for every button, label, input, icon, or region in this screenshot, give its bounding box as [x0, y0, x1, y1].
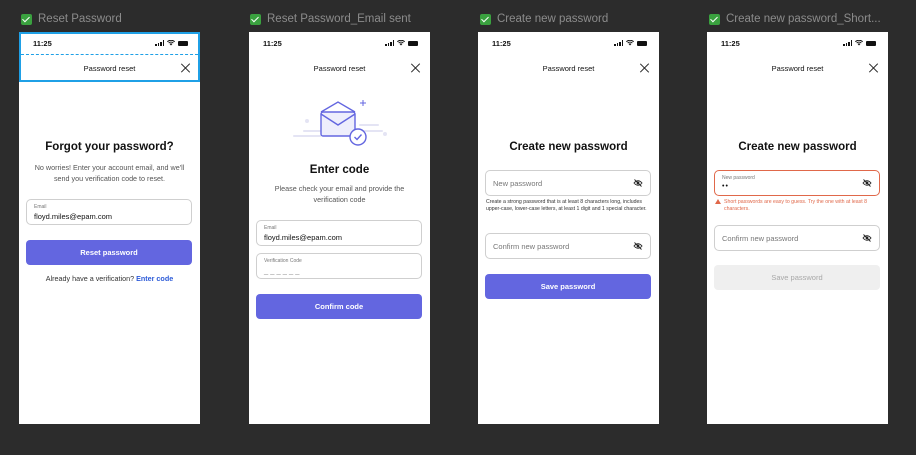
new-password-placeholder: New password [493, 179, 543, 188]
battery-icon [637, 40, 647, 46]
page-subtitle: No worries! Enter your account email, an… [34, 163, 185, 183]
battery-icon [866, 40, 876, 46]
status-time: 11:25 [263, 38, 282, 48]
frame-title: Create new password_Short... [726, 13, 881, 25]
battery-icon [408, 40, 418, 46]
footer-line: Already have a verification? Enter code [19, 274, 200, 283]
selection-divider [21, 54, 198, 55]
confirm-password-placeholder: Confirm new password [493, 242, 570, 251]
phone-create-new-password-short[interactable]: 11:25 Password reset Create new password… [707, 32, 888, 424]
status-bar: 11:25 [249, 32, 430, 54]
frame-title: Reset Password [38, 13, 122, 25]
status-bar: 11:25 [19, 32, 200, 54]
page-title: Create new password [738, 141, 857, 153]
page-title: Create new password [509, 141, 628, 153]
save-password-button[interactable]: Save password [714, 265, 880, 290]
checkbox-icon[interactable] [21, 13, 32, 25]
wifi-icon [397, 40, 405, 46]
signal-icon [843, 40, 852, 46]
close-icon[interactable] [639, 62, 651, 74]
enter-code-link[interactable]: Enter code [136, 274, 173, 283]
status-icons [385, 40, 418, 46]
password-error-message: Short passwords are easy to guess. Try t… [715, 199, 882, 213]
save-password-button[interactable]: Save password [485, 274, 651, 299]
signal-icon [614, 40, 623, 46]
nav-bar: Password reset [19, 54, 200, 82]
checkbox-icon[interactable] [250, 13, 261, 25]
status-bar: 11:25 [478, 32, 659, 54]
verification-code-label: Verification Code [264, 258, 302, 264]
reset-password-button[interactable]: Reset password [26, 240, 192, 265]
status-bar: 11:25 [707, 32, 888, 54]
email-field[interactable]: Email floyd.miles@epam.com [26, 199, 192, 225]
new-password-label: New password [722, 175, 755, 181]
email-field[interactable]: Email floyd.miles@epam.com [256, 220, 422, 246]
email-sent-illustration [293, 100, 387, 146]
page-title: Forgot your password? [45, 141, 174, 153]
eye-off-icon[interactable] [862, 234, 872, 242]
nav-bar: Password reset [478, 54, 659, 82]
email-label: Email [264, 225, 277, 231]
signal-icon [385, 40, 394, 46]
frame-title: Create new password [497, 13, 609, 25]
page-title: Enter code [309, 164, 370, 176]
status-time: 11:25 [33, 38, 52, 48]
verification-code-field[interactable]: Verification Code _ _ _ _ _ _ [256, 253, 422, 279]
confirm-password-placeholder: Confirm new password [722, 234, 799, 243]
eye-off-icon[interactable] [633, 179, 643, 187]
password-hint: Create a strong password that is at leas… [486, 199, 647, 212]
close-icon[interactable] [868, 62, 880, 74]
checkbox-icon[interactable] [709, 13, 720, 25]
status-icons [843, 40, 876, 46]
frame-label-email-sent[interactable]: Reset Password_Email sent [250, 12, 430, 26]
page-subtitle: Please check your email and provide the … [274, 184, 405, 204]
nav-title: Password reset [83, 63, 136, 73]
password-error-text: Short passwords are easy to guess. Try t… [724, 199, 868, 212]
frame-label-reset-password[interactable]: Reset Password [21, 12, 201, 26]
status-icons [614, 40, 647, 46]
email-label: Email [34, 204, 47, 210]
checkbox-icon[interactable] [480, 13, 491, 25]
new-password-field[interactable]: New password [485, 170, 651, 196]
phone-email-sent[interactable]: 11:25 Password reset Enter code Please c… [249, 32, 430, 424]
new-password-value: •• [722, 183, 729, 190]
footer-text: Already have a verification? [45, 274, 135, 283]
frame-label-create-new-password[interactable]: Create new password [480, 12, 660, 26]
frame-label-create-new-password-short[interactable]: Create new password_Short... [709, 12, 887, 26]
wifi-icon [626, 40, 634, 46]
nav-title: Password reset [313, 63, 366, 73]
warning-icon [715, 199, 721, 204]
new-password-field[interactable]: New password •• [714, 170, 880, 196]
nav-bar: Password reset [249, 54, 430, 82]
confirm-code-button[interactable]: Confirm code [256, 294, 422, 319]
phone-create-new-password[interactable]: 11:25 Password reset Create new password… [478, 32, 659, 424]
wifi-icon [167, 40, 175, 46]
verification-code-value: _ _ _ _ _ _ [264, 266, 300, 275]
email-value: floyd.miles@epam.com [264, 233, 343, 242]
signal-icon [155, 40, 164, 46]
email-value: floyd.miles@epam.com [34, 212, 113, 221]
close-icon[interactable] [410, 62, 422, 74]
eye-off-icon[interactable] [862, 179, 872, 187]
status-icons [155, 40, 188, 46]
confirm-password-field[interactable]: Confirm new password [714, 225, 880, 251]
status-time: 11:25 [721, 38, 740, 48]
nav-title: Password reset [542, 63, 595, 73]
close-icon[interactable] [180, 62, 192, 74]
phone-reset-password[interactable]: 11:25 Password reset Forgot your passwor… [19, 32, 200, 424]
frame-title: Reset Password_Email sent [267, 13, 411, 25]
nav-bar: Password reset [707, 54, 888, 82]
eye-off-icon[interactable] [633, 242, 643, 250]
status-time: 11:25 [492, 38, 511, 48]
wifi-icon [855, 40, 863, 46]
nav-title: Password reset [771, 63, 824, 73]
battery-icon [178, 40, 188, 46]
confirm-password-field[interactable]: Confirm new password [485, 233, 651, 259]
